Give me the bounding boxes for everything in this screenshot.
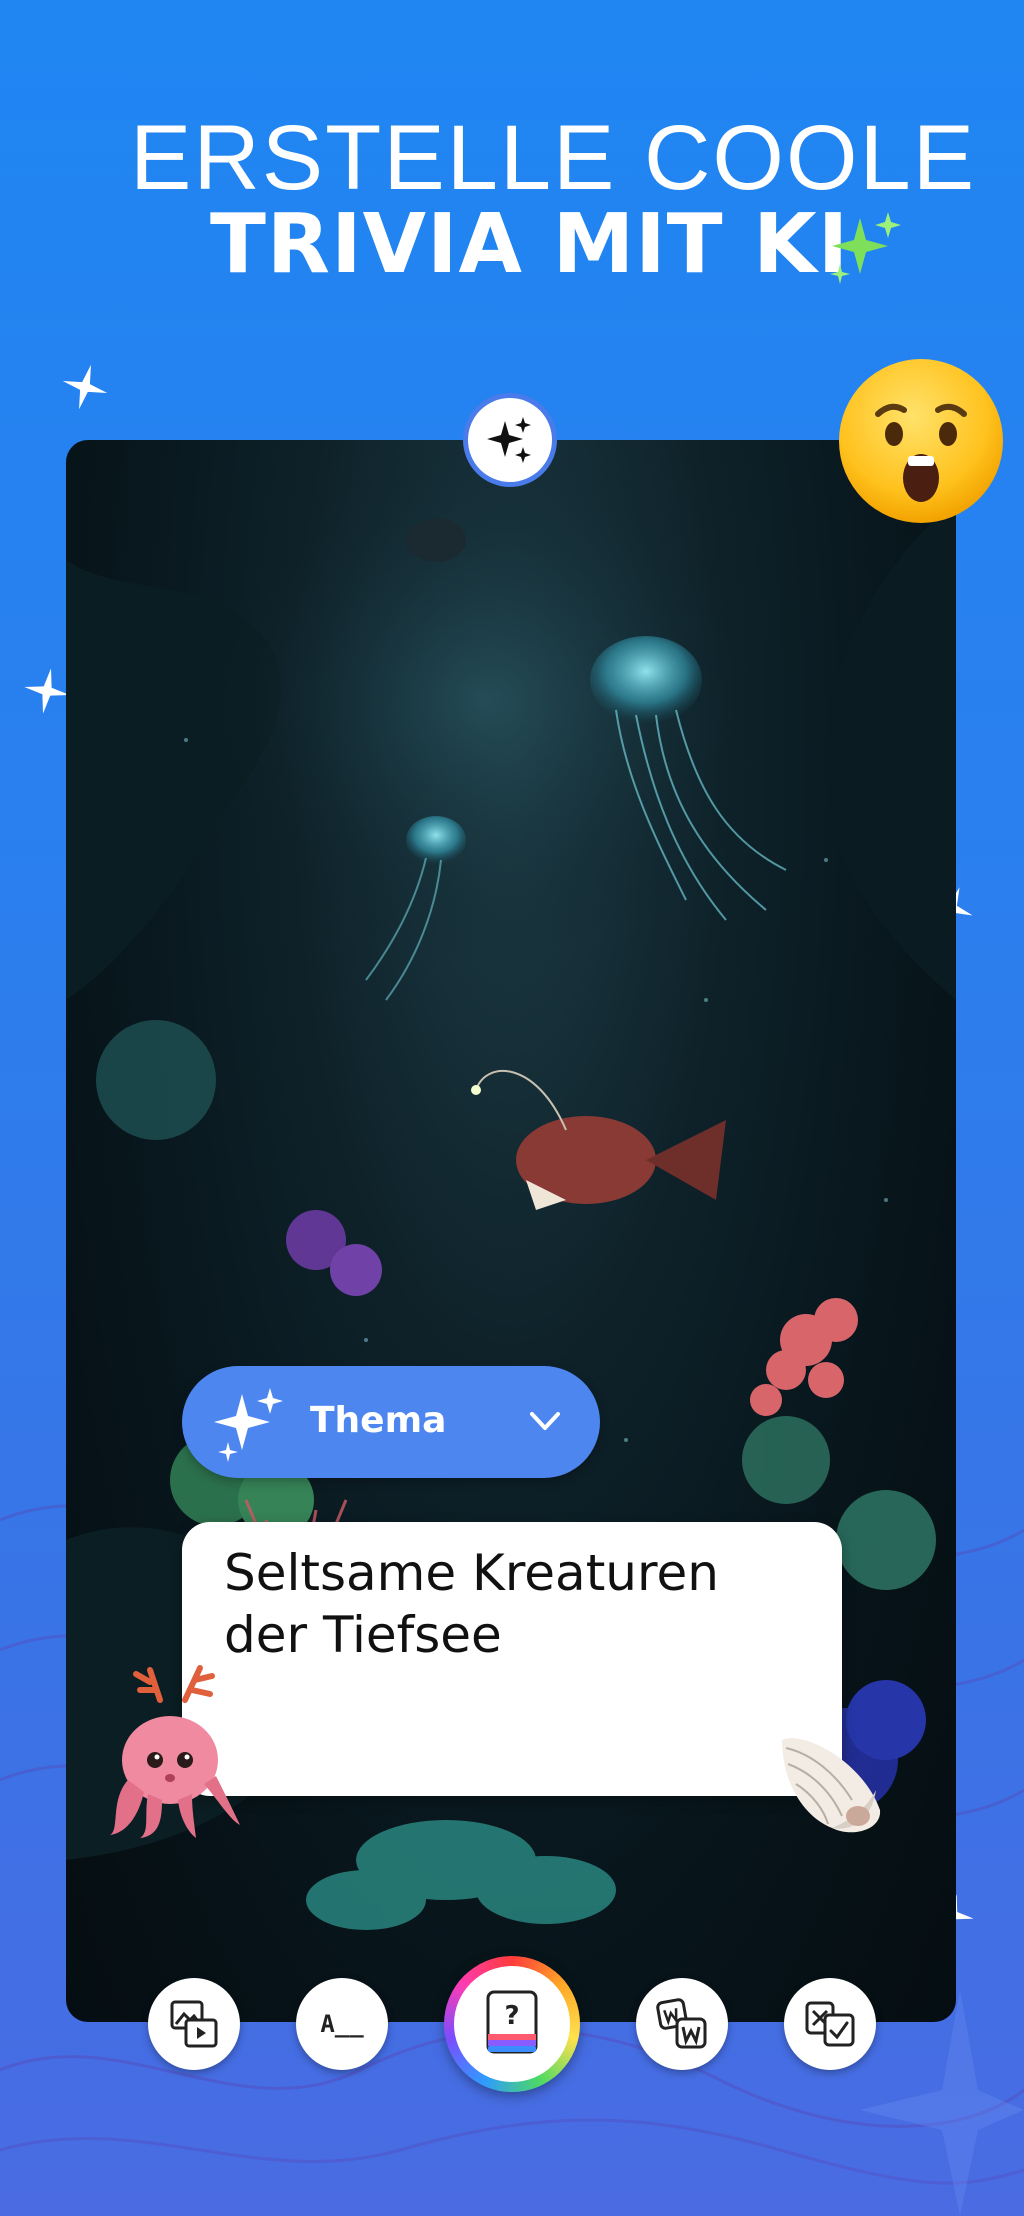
headline-line-2: TRIVIA MIT KI: [210, 197, 850, 292]
seashell-emoji: [782, 1738, 881, 1833]
octopus-emoji: [110, 1665, 240, 1838]
sparkles-icon: [830, 212, 901, 284]
quiz-card-button[interactable]: ?: [444, 1956, 580, 2092]
fill-in-blank-button[interactable]: A__: [296, 1978, 388, 2070]
true-false-icon: [805, 2001, 855, 2047]
word-tiles-icon: [656, 1998, 707, 2049]
topic-input-value: Seltsame Kreaturen der Tiefsee: [224, 1544, 719, 1664]
sparkles-icon: [487, 417, 531, 463]
topic-selector-dropdown[interactable]: Thema: [182, 1366, 600, 1478]
topic-selector-label: Thema: [310, 1400, 447, 1441]
true-false-button[interactable]: [784, 1978, 876, 2070]
astonished-face-emoji: [839, 359, 1003, 523]
star-decoration-icon: [24, 668, 70, 714]
ai-sparkle-badge: [468, 398, 552, 482]
topic-input-field[interactable]: Seltsame Kreaturen der Tiefsee: [182, 1522, 842, 1796]
chevron-down-icon: [530, 1412, 560, 1430]
headline-line-1: ERSTELLE COOLE: [130, 107, 977, 209]
sparkles-icon: [214, 1388, 283, 1462]
quiz-card-button-inner: ?: [454, 1966, 570, 2082]
star-decoration-icon: [62, 364, 108, 410]
fill-in-blank-icon: A__: [320, 2010, 364, 2038]
word-tiles-button[interactable]: [636, 1978, 728, 2070]
image-video-button[interactable]: [148, 1978, 240, 2070]
quiz-card-question-mark: ?: [504, 2001, 519, 2031]
quiz-card-icon: ?: [486, 1990, 538, 2054]
image-video-icon: [170, 2000, 218, 2048]
